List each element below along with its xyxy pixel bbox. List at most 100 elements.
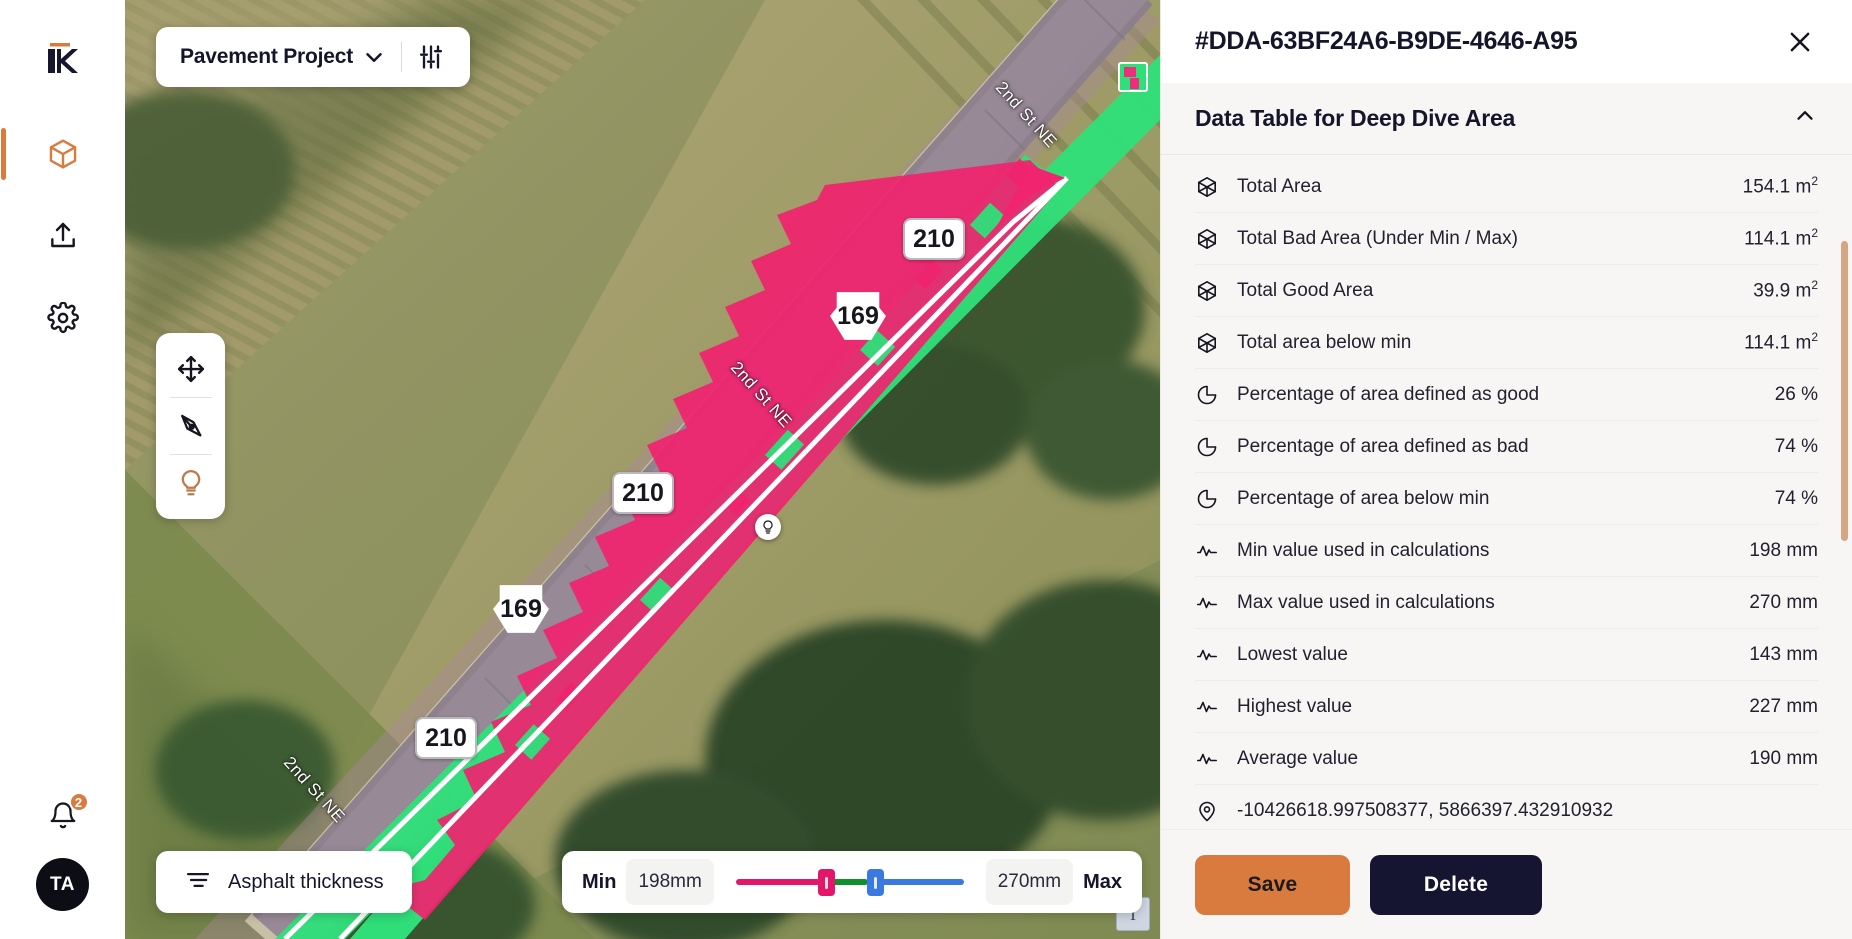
table-row: Min value used in calculations 198 mm [1195, 525, 1818, 577]
row-label: Average value [1237, 747, 1359, 769]
max-label: Max [1083, 870, 1122, 893]
pin-icon [1195, 799, 1229, 823]
sidebar-item-upload[interactable] [35, 208, 91, 264]
data-table-section-header[interactable]: Data Table for Deep Dive Area [1161, 83, 1852, 155]
cube-icon [1195, 227, 1229, 251]
delete-button[interactable]: Delete [1370, 854, 1542, 915]
rail-bottom-group: 2 TA [0, 792, 125, 911]
pen-tool-button[interactable] [163, 398, 219, 454]
data-row-list: Total Area 154.1 m2 Total Bad Area (Under … [1161, 155, 1852, 829]
row-value: 198 mm [1749, 539, 1818, 561]
table-row: Percentage of area defined as good 26 % [1195, 369, 1818, 421]
table-row: Percentage of area defined as bad 74 % [1195, 421, 1818, 473]
row-value: 154.1 m2 [1743, 174, 1818, 198]
page-title: #DDA-63BF24A6-B9DE-4646-A95 [1195, 27, 1578, 55]
activity-icon [1195, 643, 1229, 667]
table-row: Total Bad Area (Under Min / Max) 114.1 m2 [1195, 213, 1818, 265]
row-value-exponent: 2 [1811, 174, 1818, 189]
road-shield-210-c: 210 [415, 717, 477, 759]
row-value: 74 % [1774, 435, 1818, 457]
sliders-icon[interactable] [408, 34, 454, 80]
data-table-body: Total Area 154.1 m2 Total Bad Area (Under … [1161, 155, 1852, 829]
row-value: 114.1 m2 [1744, 330, 1818, 354]
section-title: Data Table for Deep Dive Area [1195, 105, 1516, 131]
min-value-input[interactable]: 198mm [626, 859, 714, 905]
row-label: Min value used in calculations [1237, 539, 1490, 561]
chevron-up-icon[interactable] [1792, 103, 1818, 134]
panel-scrollbar[interactable] [1841, 241, 1848, 541]
row-value: 26 % [1774, 383, 1818, 405]
app-logo[interactable] [40, 38, 86, 84]
map-tool-panel [156, 333, 225, 519]
row-label: Total Area [1237, 175, 1322, 197]
min-label: Min [582, 870, 617, 893]
activity-icon [1195, 591, 1229, 615]
close-icon[interactable] [1782, 24, 1818, 60]
row-label: Percentage of area defined as good [1237, 383, 1540, 405]
cube-icon [1195, 279, 1229, 303]
polygon-vertex-handle[interactable] [755, 514, 781, 540]
avatar[interactable]: TA [36, 858, 89, 911]
sidebar-item-cube[interactable] [0, 126, 91, 182]
move-tool-button[interactable] [163, 341, 219, 397]
row-label: Max value used in calculations [1237, 591, 1495, 613]
range-slider[interactable] [735, 867, 964, 897]
left-nav-rail: 2 TA [0, 0, 125, 939]
row-value-exponent: 2 [1811, 226, 1818, 241]
row-value-number: 39.9 m [1753, 280, 1812, 302]
cube-icon [1195, 331, 1229, 355]
row-label: Total area below min [1237, 331, 1412, 353]
range-handle-max[interactable] [866, 869, 884, 896]
cube-icon [1195, 175, 1229, 199]
pie-icon [1195, 435, 1229, 459]
row-value: 74 % [1774, 487, 1818, 509]
table-row: Lowest value 143 mm [1195, 629, 1818, 681]
row-label: Percentage of area defined as bad [1237, 435, 1529, 457]
row-value: 39.9 m2 [1753, 278, 1818, 302]
row-value: 227 mm [1749, 695, 1818, 717]
save-button[interactable]: Save [1195, 854, 1350, 915]
divider [401, 42, 403, 72]
panel-footer: Save Delete [1161, 829, 1852, 939]
range-handle-min[interactable] [818, 869, 836, 896]
asphalt-thickness-selector[interactable]: Asphalt thickness [156, 851, 412, 913]
rail-item-list [0, 126, 125, 346]
activity-icon [1195, 695, 1229, 719]
pie-icon [1195, 383, 1229, 407]
map-canvas[interactable]: 210 169 210 169 210 2nd St NE 2nd St NE … [125, 0, 1160, 939]
app-root: 2 TA 210 169 210 169 210 2nd St NE 2nd S… [0, 0, 1852, 939]
table-row: Percentage of area below min 74 % [1195, 473, 1818, 525]
row-value-exponent: 2 [1811, 278, 1818, 293]
map-selection-thumbnail [1118, 62, 1148, 92]
row-value: 270 mm [1749, 591, 1818, 613]
row-value: 190 mm [1749, 747, 1818, 769]
table-row: -10426618.997508377, 5866397.432910932 [1195, 785, 1818, 829]
row-value-number: 114.1 m [1744, 332, 1812, 354]
road-shield-210-a: 210 [903, 218, 965, 260]
row-label: Total Bad Area (Under Min / Max) [1237, 227, 1518, 249]
road-shield-210-b: 210 [612, 472, 674, 514]
table-row: Total Good Area 39.9 m2 [1195, 265, 1818, 317]
activity-icon [1195, 747, 1229, 771]
row-label: Percentage of area below min [1237, 487, 1490, 509]
row-label: Total Good Area [1237, 279, 1374, 301]
max-value-input[interactable]: 270mm [985, 859, 1074, 905]
deep-dive-panel: #DDA-63BF24A6-B9DE-4646-A95 Data Table f… [1160, 0, 1852, 939]
row-value-exponent: 2 [1811, 330, 1818, 345]
row-label: Lowest value [1237, 643, 1348, 665]
table-row: Max value used in calculations 270 mm [1195, 577, 1818, 629]
notifications-button[interactable]: 2 [43, 792, 89, 836]
activity-icon [1195, 539, 1229, 563]
table-row: Average value 190 mm [1195, 733, 1818, 785]
pie-icon [1195, 487, 1229, 511]
table-row: Total area below min 114.1 m2 [1195, 317, 1818, 369]
panel-header: #DDA-63BF24A6-B9DE-4646-A95 [1161, 0, 1852, 83]
row-value-number: 114.1 m [1744, 228, 1812, 250]
range-control: Min 198mm 270mm Max [562, 851, 1142, 913]
chevron-down-icon[interactable] [353, 36, 395, 78]
project-selector[interactable]: Pavement Project [156, 27, 471, 87]
sidebar-item-settings[interactable] [35, 290, 91, 346]
project-name: Pavement Project [180, 45, 354, 68]
map-imagery [125, 0, 1160, 939]
insight-tool-button[interactable] [163, 455, 219, 511]
